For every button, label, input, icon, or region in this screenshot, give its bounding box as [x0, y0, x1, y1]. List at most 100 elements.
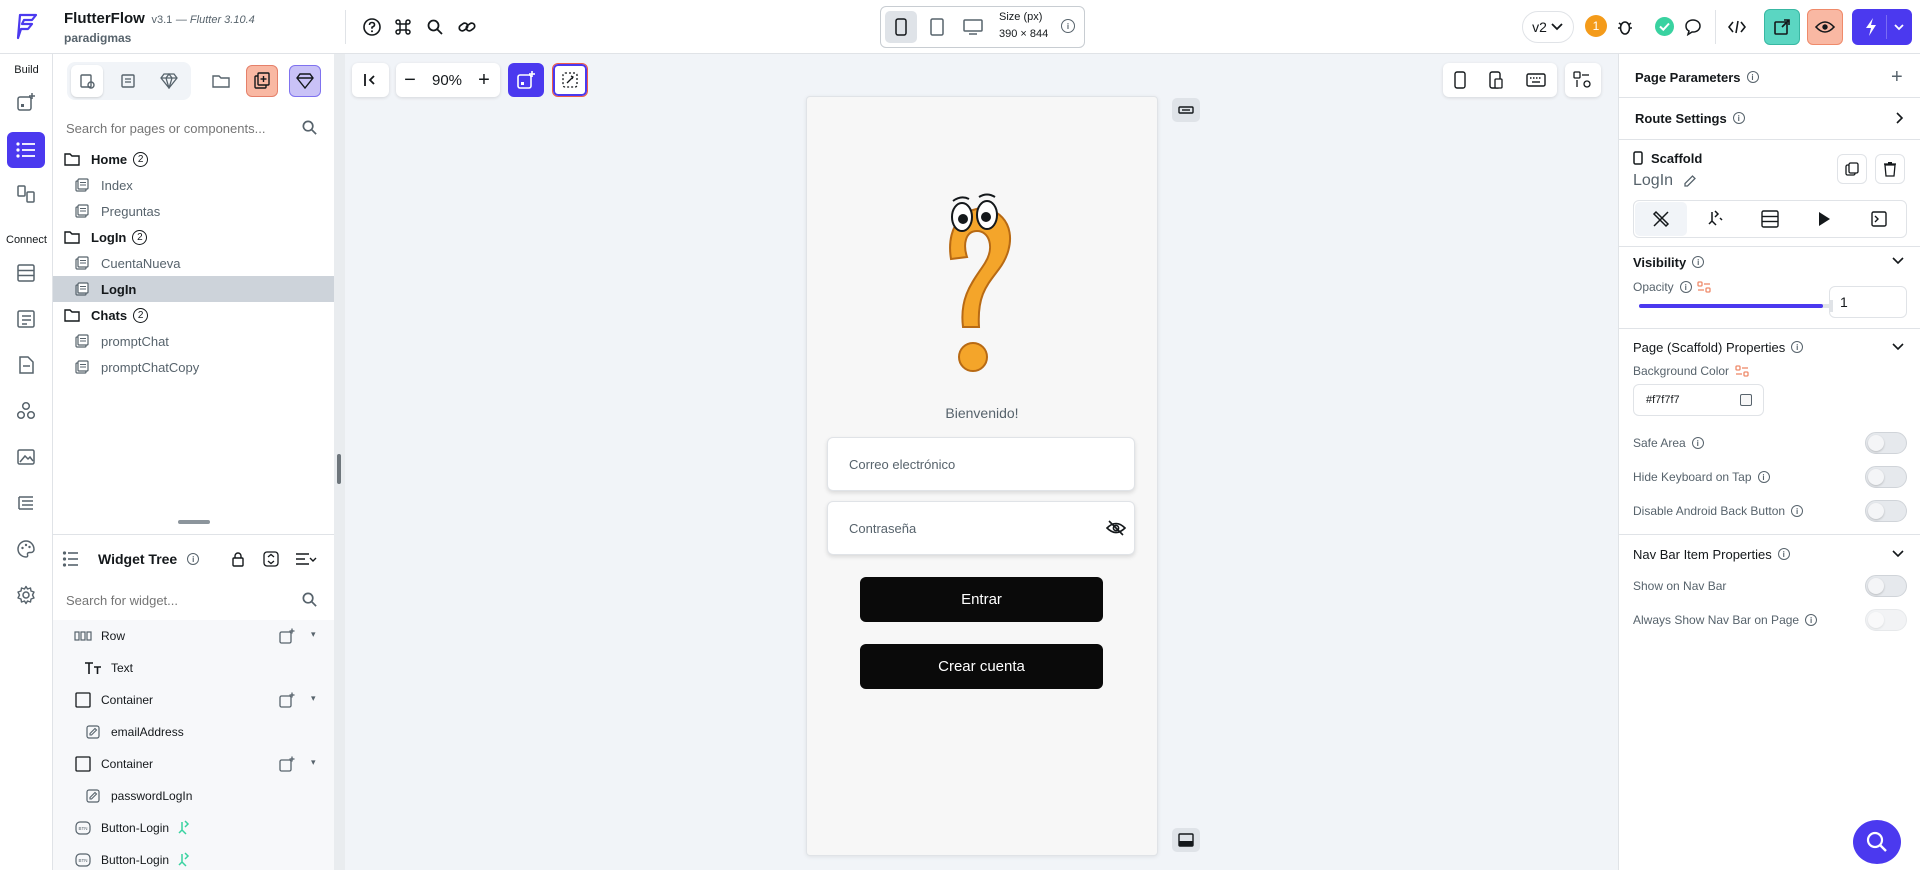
desktop-device-icon[interactable]: [957, 11, 989, 43]
add-child-icon[interactable]: [279, 692, 295, 708]
color-swatch[interactable]: [1740, 394, 1752, 406]
pages-view-icon[interactable]: [71, 65, 103, 97]
new-folder-icon[interactable]: [205, 65, 237, 97]
integrations-icon[interactable]: [10, 395, 42, 427]
widget-tree-row[interactable]: passwordLogIn: [53, 780, 334, 812]
chevron-down-icon[interactable]: [1893, 22, 1905, 32]
opacity-slider[interactable]: [1639, 304, 1831, 308]
collapse-panel-icon[interactable]: [352, 63, 389, 97]
info-icon[interactable]: i: [1777, 548, 1790, 560]
always-show-nav-toggle[interactable]: [1865, 609, 1907, 631]
info-icon[interactable]: i: [1757, 471, 1770, 483]
media-assets-icon[interactable]: [10, 441, 42, 473]
search-icon[interactable]: [301, 119, 318, 136]
widget-tree-row[interactable]: Text: [53, 652, 334, 684]
app-state-icon[interactable]: [10, 303, 42, 335]
tree-filter-icon[interactable]: [295, 552, 317, 566]
flutterflow-logo-icon[interactable]: [12, 10, 42, 44]
info-icon[interactable]: i: [1791, 341, 1804, 353]
add-widget-canvas-icon[interactable]: [508, 63, 544, 97]
search-input[interactable]: [66, 116, 296, 140]
search-icon[interactable]: [301, 591, 318, 608]
add-child-icon[interactable]: [279, 756, 295, 772]
comment-icon[interactable]: [1678, 12, 1708, 42]
project-name[interactable]: paradigmas: [64, 31, 131, 45]
email-field[interactable]: Correo electrónico: [827, 437, 1135, 491]
opacity-input[interactable]: 1: [1829, 286, 1907, 318]
link-icon[interactable]: [452, 12, 482, 42]
show-nav-toggle[interactable]: [1865, 575, 1907, 597]
tree-page[interactable]: promptChatCopy: [53, 354, 334, 380]
splitter[interactable]: [53, 511, 334, 535]
phone-preview[interactable]: Bienvenido! Correo electrónico Contraseñ…: [806, 96, 1158, 856]
info-icon[interactable]: i: [1679, 281, 1692, 293]
panel-scrollbar[interactable]: [334, 54, 345, 870]
create-account-button[interactable]: Crear cuenta: [860, 644, 1103, 689]
tree-page[interactable]: CuentaNueva: [53, 250, 334, 276]
info-icon[interactable]: i: [187, 553, 200, 565]
code-icon[interactable]: [1722, 12, 1752, 42]
widget-tree-row[interactable]: emailAddress: [53, 716, 334, 748]
edit-pencil-icon[interactable]: [1683, 174, 1697, 188]
password-field[interactable]: Contraseña: [827, 501, 1135, 555]
chevron-right-icon[interactable]: [1895, 111, 1905, 125]
scaffold-properties-section[interactable]: Page (Scaffold) Properties i: [1633, 335, 1804, 359]
nav-bar-toggle-icon[interactable]: [1172, 828, 1200, 852]
disable-back-toggle[interactable]: [1865, 500, 1907, 522]
search-icon[interactable]: [420, 12, 450, 42]
background-color-input[interactable]: #f7f7f7: [1633, 384, 1764, 416]
custom-code-icon[interactable]: [10, 349, 42, 381]
tab-animations-icon[interactable]: [1797, 201, 1852, 237]
help-icon[interactable]: [357, 12, 387, 42]
expand-collapse-icon[interactable]: [263, 551, 279, 567]
info-icon[interactable]: i: [1746, 71, 1759, 83]
bug-icon[interactable]: [1610, 12, 1640, 42]
tree-page[interactable]: Index: [53, 172, 334, 198]
zoom-level[interactable]: 90%: [424, 72, 470, 89]
splitter-handle[interactable]: [178, 520, 210, 524]
zoom-in-icon[interactable]: +: [470, 69, 498, 92]
version-select[interactable]: v2: [1522, 11, 1574, 43]
search-help-icon[interactable]: [1853, 820, 1901, 864]
dropdown-icon[interactable]: ▾: [311, 629, 316, 640]
theme-settings-icon[interactable]: [10, 487, 42, 519]
widget-name-row[interactable]: LogIn: [1633, 168, 1697, 194]
dropdown-icon[interactable]: ▾: [311, 757, 316, 768]
tree-folder[interactable]: Home 2: [53, 146, 334, 172]
app-bar-toggle-icon[interactable]: [1172, 98, 1200, 122]
add-child-icon[interactable]: [279, 628, 295, 644]
visibility-section[interactable]: Visibility i: [1633, 250, 1705, 274]
action-flow-icon[interactable]: [177, 820, 193, 836]
canvas-settings-icon[interactable]: [1565, 63, 1601, 97]
run-button[interactable]: [1852, 9, 1912, 45]
widget-tree-row[interactable]: Container ▾: [53, 748, 334, 780]
gear-icon[interactable]: [10, 579, 42, 611]
widget-name[interactable]: LogIn: [1633, 172, 1673, 190]
tree-folder[interactable]: Chats 2: [53, 302, 334, 328]
add-parameter-icon[interactable]: +: [1891, 66, 1903, 89]
tablet-device-icon[interactable]: [921, 11, 953, 43]
chevron-down-icon[interactable]: [1891, 342, 1905, 352]
data-schema-icon[interactable]: [10, 257, 42, 289]
tab-state-icon[interactable]: [1851, 201, 1906, 237]
add-component-icon[interactable]: [289, 65, 321, 97]
tab-properties-icon[interactable]: [1635, 202, 1687, 236]
phone-device-icon[interactable]: [885, 11, 917, 43]
page-parameters-header[interactable]: Page Parameters i: [1635, 65, 1759, 89]
visibility-off-icon[interactable]: [1106, 520, 1126, 536]
info-icon[interactable]: i: [1732, 112, 1745, 124]
page-selector-icon[interactable]: [7, 132, 45, 168]
storyboard-icon[interactable]: [10, 178, 42, 210]
safe-area-toggle[interactable]: [1865, 432, 1907, 454]
chevron-down-icon[interactable]: [1891, 256, 1905, 266]
variable-icon[interactable]: [1697, 281, 1711, 293]
tab-backend-query-icon[interactable]: [1742, 201, 1797, 237]
components-view-icon[interactable]: [112, 65, 144, 97]
login-button[interactable]: Entrar: [860, 577, 1103, 622]
command-icon[interactable]: [388, 12, 418, 42]
chevron-down-icon[interactable]: [1891, 549, 1905, 559]
tree-page[interactable]: LogIn: [53, 276, 334, 302]
phone-frame-icon[interactable]: [1454, 71, 1467, 89]
info-icon[interactable]: i: [1791, 505, 1804, 517]
diamond-icon[interactable]: [153, 65, 185, 97]
